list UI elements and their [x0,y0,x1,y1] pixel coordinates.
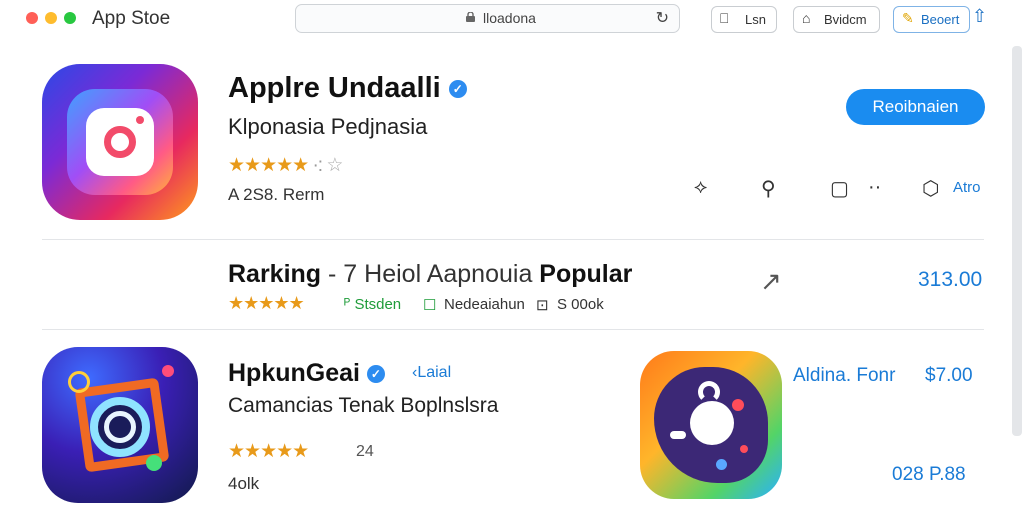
share-icon[interactable]: ⇧ [972,6,987,27]
ranking-title-part-1: Rarking [228,260,322,288]
ranking-title: Rarking - 7 Heiol Aapnouia Popular [228,260,632,289]
app-icon-photo[interactable] [42,347,198,503]
bookmark-button[interactable]: ⌂ Bvidcm [793,6,880,33]
ranking-meta-status: ᴾ Stsden [344,296,402,313]
rating-star-empty: ☆ [326,155,343,176]
close-window-button[interactable] [26,12,38,24]
verified-icon: ✓ [448,80,467,99]
icon-dot [716,459,727,470]
rating-stars-dots: ·: [312,155,323,176]
share-arrow-icon[interactable]: ↗ [760,266,782,297]
app-title: Applre Undaalli ✓ [228,72,467,105]
app-title-text: Applre Undaalli [228,72,441,104]
zoom-window-button[interactable] [64,12,76,24]
get-button[interactable]: Reoibnaien [846,89,985,125]
app-meta: 4olk [228,474,260,493]
more-icon[interactable]: ·· [868,176,881,199]
actions-label[interactable]: Atro [953,179,981,196]
icon-camera-flash [136,116,144,124]
report-button-label: Beoert [921,12,960,27]
rating-stars-filled: ★★★★★ [228,155,309,176]
ranking-price[interactable]: 313.00 [918,268,982,292]
list-button[interactable]: ⎕ Lsn [711,6,777,33]
icon-camera-lens [104,126,136,158]
rating-count: 24 [356,443,374,460]
side-app-name[interactable]: Aldina. Fonr [793,365,895,387]
minimize-window-button[interactable] [45,12,57,24]
size-icon: ⊡ [536,297,549,314]
ranking-title-part-2: - 7 Heiol Aapnouia [321,260,540,288]
bookmark-button-label: Bvidcm [824,12,867,27]
developer-name[interactable]: Camancias Tenak Boplnslsra [228,394,498,418]
scrollbar[interactable] [1012,46,1022,436]
icon-ring-inner [104,411,136,443]
app-tag: ‹Laial [412,364,451,382]
app-tag-text: Laial [417,364,452,381]
icon-dash [670,431,686,439]
ranking-meta-category: Nedeaiahun [444,296,525,313]
ranking-stars: ★★★★★ [228,293,305,313]
share-alt-icon[interactable]: ⬡ [922,176,939,201]
app-icon-palette[interactable] [640,351,782,499]
verified-icon: ✓ [366,365,385,384]
reading-list-icon: ⎕ [720,10,729,26]
reload-icon[interactable]: ↻ [656,8,669,28]
icon-circle [690,401,734,445]
divider [42,329,984,330]
side-app-price[interactable]: $7.00 [925,365,973,387]
title-bar: App Stoe lloadona ↻ ⎕ Lsn ⌂ Bvidcm ✎ Beo… [0,0,1024,38]
app-title: HpkunGeai ✓ [228,359,385,388]
rating-stars: ★★★★★ [228,441,309,462]
pin-icon[interactable]: ⟡ [694,176,707,199]
address-text: lloadona [483,10,536,26]
app-title-text: HpkunGeai [228,359,360,387]
icon-dot [740,445,748,453]
bookmark-icon: ⌂ [802,10,811,26]
checkbox-icon[interactable]: ☐ [423,296,436,314]
window-title: App Stoe [92,8,171,29]
report-button[interactable]: ✎ Beoert [893,6,970,33]
icon-bubble [146,455,162,471]
icon-bubble [162,365,174,377]
developer-name[interactable]: Klponasia Pedjnasia [228,114,427,140]
flag-icon: ✎ [902,10,914,26]
icon-bubble [68,371,90,393]
rating-stars: ★★★★★ ·: ☆ [228,154,343,177]
ranking-meta-size: S 00ok [557,296,604,313]
app-icon-camera[interactable] [42,64,198,220]
divider [42,239,984,240]
app-meta: A 2S8. Rerm [228,185,325,204]
address-bar[interactable]: lloadona ↻ [295,4,680,33]
lock-icon [466,12,475,22]
search-icon[interactable]: ⚲ [761,176,776,201]
list-button-label: Lsn [745,12,766,27]
side-app-size: 028 P.88 [892,464,966,485]
window-icon[interactable]: ▢ [830,176,849,201]
icon-dot [732,399,744,411]
icon-arc [698,381,720,403]
ranking-title-part-3: Popular [539,260,633,288]
